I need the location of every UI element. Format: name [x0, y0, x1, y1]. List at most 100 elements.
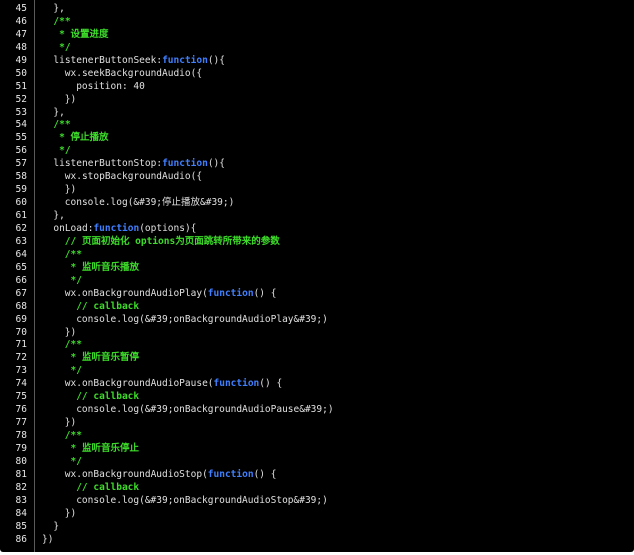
line-number: 85 — [15, 520, 27, 532]
code-token: () { — [253, 468, 277, 480]
code-line[interactable]: /** — [53, 15, 70, 28]
code-line[interactable]: wx.onBackgroundAudioStop(function() { — [65, 468, 277, 481]
line-number: 56 — [15, 145, 27, 157]
line-number: 51 — [15, 80, 27, 92]
code-line[interactable]: wx.stopBackgroundAudio({ — [65, 170, 202, 183]
code-line[interactable]: // callback — [76, 390, 139, 403]
line-number-gutter: 45 46 47 48 49 50 51 52 53 54 55 56 57 58 59 60 61 62 63 64… — [0, 0, 35, 552]
code-line[interactable]: /** — [53, 118, 70, 131]
comment-token: */ — [70, 455, 82, 467]
code-line[interactable]: }) — [65, 183, 76, 196]
code-editor[interactable]: 45 46 47 48 49 50 51 52 53 54 55 56 57 58 59 60 61 62 63 64… — [0, 0, 634, 552]
comment-token: * 监听音乐暂停 — [70, 352, 139, 364]
code-line[interactable]: /** — [65, 338, 82, 351]
line-number: 53 — [15, 106, 27, 118]
code-line[interactable]: // callback — [76, 300, 139, 313]
code-line[interactable]: * 停止播放 — [59, 131, 108, 144]
line-number: 63 — [15, 235, 27, 247]
comment-token: */ — [59, 41, 71, 53]
comment-token: * 监听音乐播放 — [70, 261, 139, 273]
code-line[interactable]: */ — [59, 144, 70, 157]
comment-token: /** — [64, 339, 82, 351]
comment-token: /** — [64, 248, 82, 260]
code-token: (){ — [207, 158, 225, 170]
code-token: wx.seekBackgroundAudio({ — [64, 67, 203, 79]
code-token: onLoad: — [53, 222, 94, 234]
line-number: 58 — [15, 171, 27, 183]
line-number: 75 — [15, 391, 27, 403]
code-token: () { — [253, 287, 277, 299]
line-number: 64 — [15, 248, 27, 260]
line-number: 79 — [15, 442, 27, 454]
line-number: 78 — [15, 430, 27, 442]
line-number: 67 — [15, 287, 27, 299]
code-token: wx.onBackgroundAudioPause( — [64, 378, 214, 390]
comment-token: * 设置进度 — [59, 28, 109, 40]
code-line[interactable]: // callback — [76, 481, 139, 494]
code-line[interactable]: */ — [71, 364, 82, 377]
code-area[interactable]: },/** * 设置进度 */listenerButtonSeek:function… — [34, 0, 634, 552]
code-line[interactable]: console.log(&#39;停止播放&#39;) — [65, 196, 235, 209]
code-line[interactable]: */ — [59, 41, 70, 54]
code-line[interactable]: wx.seekBackgroundAudio({ — [65, 67, 202, 80]
code-line[interactable]: */ — [71, 274, 82, 287]
keyword-token: function — [207, 468, 254, 480]
code-line[interactable]: }) — [65, 507, 76, 520]
code-line[interactable]: }) — [42, 533, 53, 546]
code-line[interactable]: }, — [53, 2, 64, 15]
code-line[interactable]: } — [53, 520, 59, 533]
code-line[interactable]: }) — [65, 93, 76, 106]
code-line[interactable]: listenerButtonStop:function(){ — [53, 157, 225, 170]
line-number: 49 — [15, 54, 27, 66]
comment-token: // callback — [76, 481, 140, 493]
code-token: }, — [53, 3, 65, 14]
keyword-token: function — [162, 158, 208, 170]
code-token: wx.onBackgroundAudioPlay( — [64, 287, 208, 299]
line-number: 69 — [15, 313, 27, 325]
line-number: 84 — [15, 507, 27, 519]
code-token: listenerButtonStop: — [53, 158, 163, 170]
line-number: 65 — [15, 261, 27, 273]
code-line[interactable]: console.log(&#39;onBackgroundAudioPlay&#… — [76, 313, 328, 326]
code-token: (options){ — [139, 222, 197, 234]
code-line[interactable]: * 监听音乐暂停 — [71, 351, 139, 364]
code-token: console.log(&#39;onBackgroundAudioStop&#… — [76, 494, 328, 506]
comment-token: /** — [53, 15, 71, 27]
code-line[interactable]: wx.onBackgroundAudioPlay(function() { — [65, 287, 277, 300]
code-line[interactable]: * 监听音乐停止 — [71, 442, 139, 455]
code-line[interactable]: /** — [65, 248, 82, 261]
code-line[interactable]: onLoad:function(options){ — [53, 222, 196, 235]
code-token: }) — [64, 507, 77, 519]
code-line[interactable]: }, — [53, 209, 64, 222]
keyword-token: function — [213, 378, 260, 390]
code-line[interactable]: */ — [71, 455, 82, 468]
code-line[interactable]: console.log(&#39;onBackgroundAudioStop&#… — [76, 494, 328, 507]
code-token: position: 40 — [76, 80, 145, 92]
code-token: }) — [64, 326, 77, 338]
comment-token: // callback — [76, 300, 140, 312]
line-number: 77 — [15, 417, 27, 429]
code-token: }) — [42, 533, 54, 545]
code-line[interactable]: listenerButtonSeek:function(){ — [53, 54, 225, 67]
line-number: 68 — [15, 300, 27, 312]
code-token: () { — [259, 378, 283, 390]
line-number: 72 — [15, 352, 27, 364]
line-number: 70 — [15, 326, 27, 338]
code-line[interactable]: }, — [53, 106, 64, 119]
code-line[interactable]: console.log(&#39;onBackgroundAudioPause&… — [76, 403, 333, 416]
code-line[interactable]: }) — [65, 416, 76, 429]
comment-token: */ — [70, 274, 82, 286]
code-line[interactable]: position: 40 — [76, 80, 145, 93]
line-number: 48 — [15, 41, 27, 53]
code-line[interactable]: // 页面初始化 options为页面跳转所带来的参数 — [65, 235, 280, 248]
code-line[interactable]: * 设置进度 — [59, 28, 108, 41]
code-token: console.log(&#39;停止播放&#39;) — [64, 197, 235, 209]
code-line[interactable]: }) — [65, 326, 76, 339]
line-number: 71 — [15, 339, 27, 351]
code-line[interactable]: wx.onBackgroundAudioPause(function() { — [65, 377, 282, 390]
code-line[interactable]: /** — [65, 429, 82, 442]
line-number: 55 — [15, 132, 27, 144]
line-number: 54 — [15, 119, 27, 131]
comment-token: */ — [59, 145, 71, 157]
code-line[interactable]: * 监听音乐播放 — [71, 261, 139, 274]
